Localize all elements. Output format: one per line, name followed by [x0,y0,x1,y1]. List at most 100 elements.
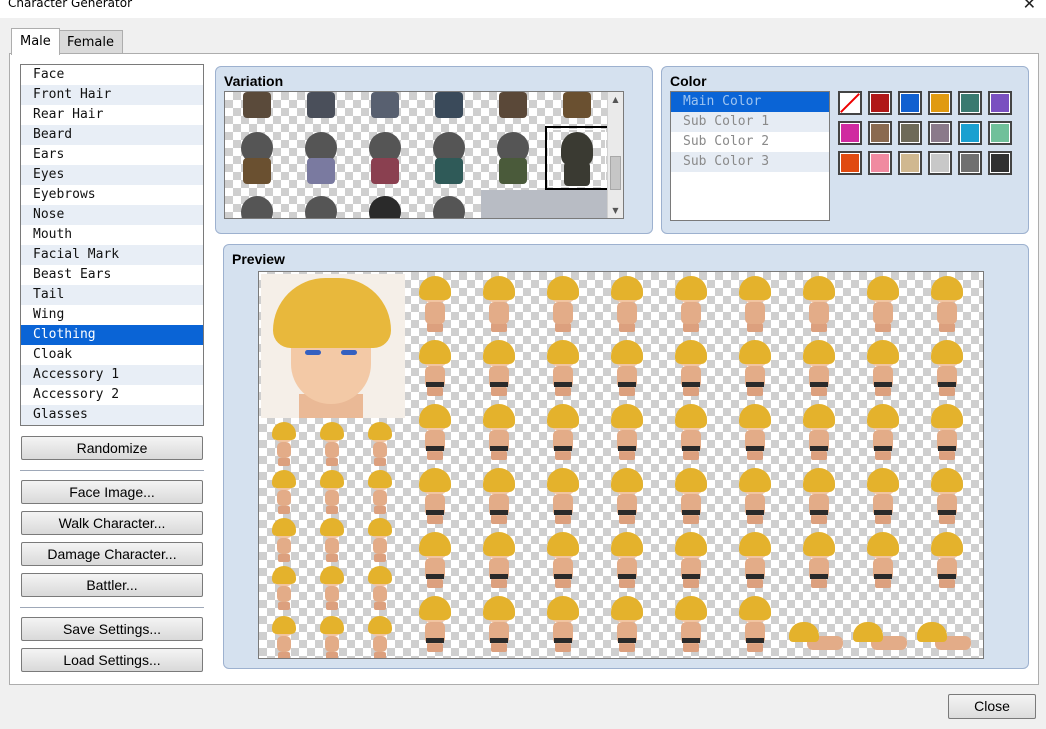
color-swatch[interactable] [898,121,922,145]
color-swatch[interactable] [988,151,1012,175]
sprite-hair [483,404,515,428]
sprite-body [873,302,893,324]
part-item-front-hair[interactable]: Front Hair [21,85,203,105]
color-swatch[interactable] [958,121,982,145]
color-slot-list[interactable]: Main Color Sub Color 1 Sub Color 2 Sub Colo… [670,91,830,221]
tab-male[interactable]: Male [11,28,60,55]
sprite-hair [917,622,947,642]
part-item-beast-ears[interactable]: Beast Ears [21,265,203,285]
preview-title: Preview [232,251,285,267]
sprite-hair [419,404,451,428]
battler-button[interactable]: Battler... [21,573,203,597]
sprite-legs [939,515,955,524]
sprite-hair [789,622,819,642]
part-item-nose[interactable]: Nose [21,205,203,225]
color-swatch[interactable] [898,151,922,175]
character-sprite [479,340,519,396]
no-color-swatch[interactable] [838,91,862,115]
sprite-hair [419,532,451,556]
sprite-hair [867,340,899,364]
character-sprite [799,276,839,332]
character-sprite [607,404,647,460]
face-image-button[interactable]: Face Image... [21,480,203,504]
color-slot-sub-color-1[interactable]: Sub Color 1 [671,112,829,132]
sprite-legs [619,579,635,588]
sprite-legs [811,387,827,396]
scroll-up-icon[interactable]: ▲ [608,92,623,107]
color-swatch[interactable] [988,121,1012,145]
color-slot-main-color[interactable]: Main Color [671,92,829,112]
part-item-ears[interactable]: Ears [21,145,203,165]
color-swatch[interactable] [928,91,952,115]
color-swatch[interactable] [958,151,982,175]
character-sprite [799,468,839,524]
scroll-thumb[interactable] [610,156,621,190]
variation-head-icon [433,196,465,218]
randomize-button[interactable]: Randomize [21,436,203,460]
sprite-trunks [618,446,636,451]
damage-character-button[interactable]: Damage Character... [21,542,203,566]
part-item-accessory-1[interactable]: Accessory 1 [21,365,203,385]
variation-outfit-icon [307,158,335,184]
sprite-legs [491,643,507,652]
preview-canvas [258,271,984,659]
sprite-hair [320,422,344,440]
part-item-eyes[interactable]: Eyes [21,165,203,185]
color-slot-sub-color-2[interactable]: Sub Color 2 [671,132,829,152]
color-swatch[interactable] [868,151,892,175]
variation-outfit-icon [371,92,399,118]
close-button[interactable]: Close [948,694,1036,719]
part-item-clothing[interactable]: Clothing [21,325,203,345]
sprite-legs [683,451,699,460]
selected-variation[interactable] [545,126,609,190]
character-sprite [365,518,395,562]
save-settings-button[interactable]: Save Settings... [21,617,203,641]
sprite-hair [272,470,296,488]
variation-head-icon [305,196,337,218]
sprite-hair [368,616,392,634]
scroll-down-icon[interactable]: ▼ [608,203,623,218]
variation-scrollbar[interactable]: ▲ ▼ [607,92,623,218]
sprite-hair [931,340,963,364]
part-item-eyebrows[interactable]: Eyebrows [21,185,203,205]
part-item-wing[interactable]: Wing [21,305,203,325]
color-swatch[interactable] [928,151,952,175]
character-sprite [927,276,967,332]
part-item-facial-mark[interactable]: Facial Mark [21,245,203,265]
sprite-body [373,586,387,602]
load-settings-button[interactable]: Load Settings... [21,648,203,672]
part-item-glasses[interactable]: Glasses [21,405,203,425]
part-item-rear-hair[interactable]: Rear Hair [21,105,203,125]
window-close-icon[interactable]: ✕ [1023,0,1036,13]
character-sprite [543,596,583,652]
sprite-legs [747,643,763,652]
lying-sprite [853,622,909,652]
sprite-trunks [426,574,444,579]
color-swatch[interactable] [838,121,862,145]
part-item-accessory-2[interactable]: Accessory 2 [21,385,203,405]
parts-list[interactable]: Face Front Hair Rear Hair Beard Ears Eyes Eyeb… [20,64,204,426]
sprite-body [373,636,387,652]
character-sprite [927,340,967,396]
part-item-tail[interactable]: Tail [21,285,203,305]
color-swatch[interactable] [868,91,892,115]
part-item-cloak[interactable]: Cloak [21,345,203,365]
color-swatch[interactable] [898,91,922,115]
sprite-hair [611,404,643,428]
part-item-mouth[interactable]: Mouth [21,225,203,245]
part-item-face[interactable]: Face [21,65,203,85]
character-sprite [269,518,299,562]
color-swatch[interactable] [928,121,952,145]
part-item-beard[interactable]: Beard [21,125,203,145]
tab-female[interactable]: Female [58,30,124,55]
character-sprite [927,468,967,524]
variation-grid[interactable]: ▲ ▼ [224,91,624,219]
color-swatch[interactable] [988,91,1012,115]
color-swatch[interactable] [868,121,892,145]
color-swatch[interactable] [838,151,862,175]
walk-character-button[interactable]: Walk Character... [21,511,203,535]
lying-sprite [789,622,845,652]
sprite-hair [419,340,451,364]
color-slot-sub-color-3[interactable]: Sub Color 3 [671,152,829,172]
color-swatch[interactable] [958,91,982,115]
